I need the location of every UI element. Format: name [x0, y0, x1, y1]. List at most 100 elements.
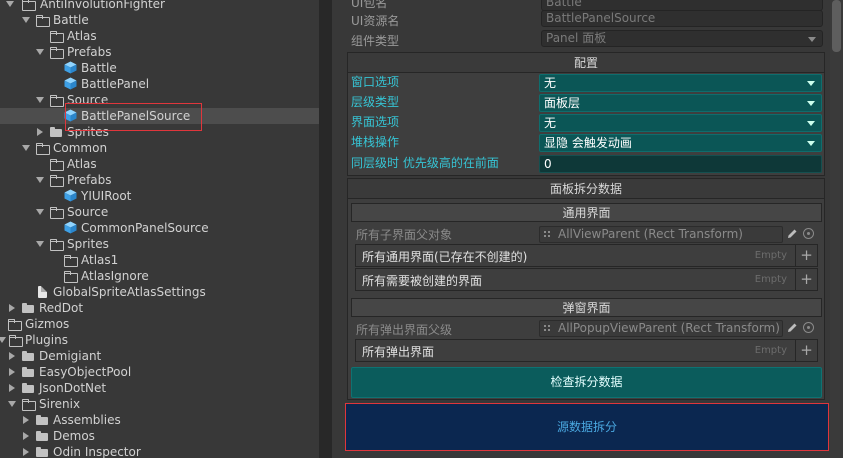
prefab-cube-icon	[64, 77, 77, 90]
tree-label: CommonPanelSource	[81, 221, 209, 235]
collapse-arrow-icon[interactable]	[23, 432, 29, 440]
layer-type-dropdown[interactable]: 面板层	[539, 94, 822, 112]
tree-row-source[interactable]: Source	[0, 92, 319, 108]
popup-views-list[interactable]: 所有弹出界面 Empty +	[355, 339, 818, 362]
tree-row-demos[interactable]: Demos	[0, 428, 319, 444]
collapse-arrow-icon[interactable]	[9, 304, 15, 312]
tree-row-gizmos[interactable]: Gizmos	[0, 316, 319, 332]
expand-arrow-icon[interactable]	[36, 209, 44, 215]
expand-arrow-icon[interactable]	[36, 49, 44, 55]
tree-label: BattlePanel	[81, 77, 150, 91]
add-item-button[interactable]: +	[795, 245, 817, 266]
tree-label: Demigiant	[39, 349, 102, 363]
prefab-cube-icon	[64, 189, 77, 202]
tree-row-common-atlas[interactable]: Atlas	[0, 156, 319, 172]
tree-label: Sirenix	[39, 397, 81, 411]
view-parent-value: AllViewParent (Rect Transform)	[558, 227, 743, 241]
priority-input[interactable]: 0	[539, 155, 822, 173]
tree-row-reddot[interactable]: RedDot	[0, 300, 319, 316]
tree-row-jsondotnet[interactable]: JsonDotNet	[0, 380, 319, 396]
object-picker-icon[interactable]	[803, 228, 814, 239]
tree-row-easyobjectpool[interactable]: EasyObjectPool	[0, 364, 319, 380]
collapse-arrow-icon[interactable]	[23, 416, 29, 424]
check-split-data-button[interactable]: 检查拆分数据	[351, 367, 822, 398]
ui-option-label: 界面选项	[351, 115, 400, 129]
tree-row-common-sprites[interactable]: Sprites	[0, 236, 319, 252]
tree-row-battlepanel[interactable]: BattlePanel	[0, 76, 319, 92]
folder-closed-icon	[22, 382, 35, 394]
popup-parent-label: 所有弹出界面父级	[356, 323, 453, 337]
folder-empty-icon	[64, 254, 78, 267]
common-views-list[interactable]: 所有通用界面(已存在不创建的) Empty +	[355, 244, 818, 267]
popup-parent-field[interactable]: AllPopupViewParent (Rect Transform)	[539, 320, 783, 337]
expand-arrow-icon[interactable]	[6, 1, 14, 7]
folder-open-icon	[50, 238, 64, 251]
tree-row-battle[interactable]: Battle	[0, 12, 319, 28]
add-item-button[interactable]: +	[795, 269, 817, 290]
priority-label: 同层级时 优先级高的在前面	[351, 156, 499, 170]
tree-row-plugins[interactable]: Plugins	[0, 332, 319, 348]
folder-open-icon	[50, 174, 64, 187]
collapse-arrow-icon[interactable]	[9, 384, 15, 392]
expand-arrow-icon[interactable]	[8, 401, 16, 407]
common-ui-header: 通用界面	[351, 203, 822, 222]
tree-row-atlasignore[interactable]: AtlasIgnore	[0, 268, 319, 284]
tree-label: Sprites	[67, 237, 109, 251]
add-item-button[interactable]: +	[795, 340, 817, 361]
tree-row-prefabs[interactable]: Prefabs	[0, 44, 319, 60]
folder-empty-icon	[64, 270, 78, 283]
folder-closed-icon	[36, 430, 49, 442]
tree-row-sprites[interactable]: Sprites	[0, 124, 319, 140]
tree-label: Common	[53, 141, 108, 155]
expand-arrow-icon[interactable]	[22, 145, 30, 151]
tree-row-yiuiroot[interactable]: YIUIRoot	[0, 188, 319, 204]
window-option-dropdown[interactable]: 无	[539, 74, 822, 92]
tree-row-commonpanelsource[interactable]: CommonPanelSource	[0, 220, 319, 236]
ui-option-dropdown[interactable]: 无	[539, 114, 822, 132]
inspector-scrollbar[interactable]	[830, 0, 843, 458]
tree-row-odin-inspector[interactable]: Odin Inspector	[0, 444, 319, 458]
collapse-arrow-icon[interactable]	[37, 128, 43, 136]
tree-row-demigiant[interactable]: Demigiant	[0, 348, 319, 364]
create-views-list[interactable]: 所有需要被创建的界面 Empty +	[355, 268, 818, 291]
component-type-dropdown[interactable]: Panel 面板	[541, 30, 823, 47]
view-parent-field[interactable]: AllViewParent (Rect Transform)	[539, 226, 783, 243]
tree-row-antiinvolutionfighter[interactable]: AntiInvolutionFighter	[0, 0, 319, 12]
expand-arrow-icon[interactable]	[0, 337, 6, 343]
folder-open-icon	[50, 46, 64, 59]
object-picker-icon[interactable]	[803, 322, 814, 333]
tree-row-atlas[interactable]: Atlas	[0, 28, 319, 44]
panel-splitter[interactable]	[319, 0, 332, 458]
expand-arrow-icon[interactable]	[36, 177, 44, 183]
tree-row-assemblies[interactable]: Assemblies	[0, 412, 319, 428]
stack-op-dropdown[interactable]: 显隐 会触发动画	[539, 134, 822, 152]
chevron-down-icon	[807, 101, 815, 106]
prefab-cube-icon	[64, 221, 77, 234]
tree-row-globalspriteatlassettings[interactable]: GlobalSpriteAtlasSettings	[0, 284, 319, 300]
tree-row-battle-prefab[interactable]: Battle	[0, 60, 319, 76]
tree-row-common[interactable]: Common	[0, 140, 319, 156]
collapse-arrow-icon[interactable]	[9, 352, 15, 360]
tree-label: AntiInvolutionFighter	[40, 0, 165, 11]
tree-row-common-prefabs[interactable]: Prefabs	[0, 172, 319, 188]
pencil-icon[interactable]	[786, 228, 798, 240]
scrollbar-thumb[interactable]	[832, 0, 841, 52]
res-name-field[interactable]: BattlePanelSource	[541, 10, 823, 27]
collapse-arrow-icon[interactable]	[23, 448, 29, 456]
pkg-name-label: UI包名	[351, 0, 388, 10]
expand-arrow-icon[interactable]	[22, 17, 30, 23]
folder-open-icon	[9, 334, 23, 347]
tree-row-atlas1[interactable]: Atlas1	[0, 252, 319, 268]
folder-closed-icon	[22, 366, 35, 378]
collapse-arrow-icon[interactable]	[9, 368, 15, 376]
tree-row-battlepanelsource[interactable]: BattlePanelSource	[0, 108, 319, 124]
window-option-value: 无	[544, 76, 557, 90]
expand-arrow-icon[interactable]	[36, 241, 44, 247]
stack-op-value: 显隐 会触发动画	[544, 136, 632, 150]
pencil-icon[interactable]	[786, 322, 798, 334]
tree-label: Plugins	[25, 333, 68, 347]
source-data-split-button[interactable]: 源数据拆分	[345, 403, 829, 451]
expand-arrow-icon[interactable]	[36, 97, 44, 103]
tree-row-sirenix[interactable]: Sirenix	[0, 396, 319, 412]
tree-row-common-source[interactable]: Source	[0, 204, 319, 220]
